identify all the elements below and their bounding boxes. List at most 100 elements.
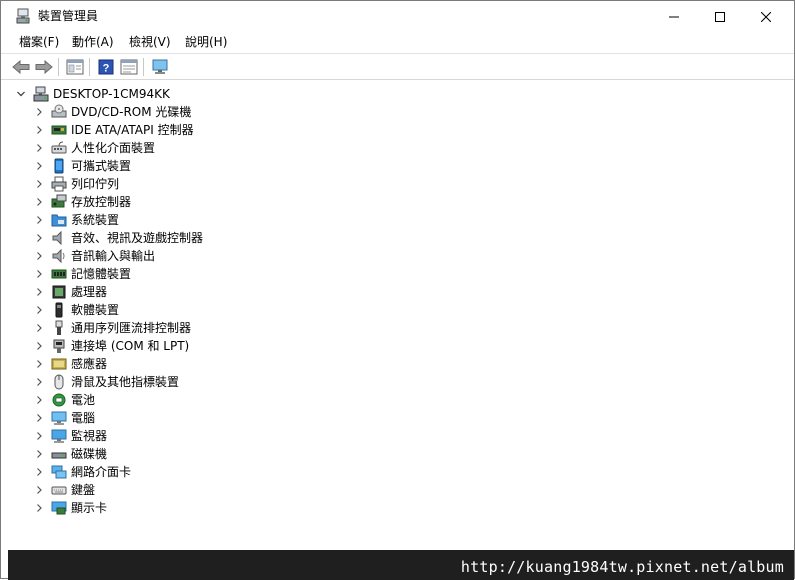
tree-category-item[interactable]: 電腦: [33, 409, 95, 427]
tree-category-label: 系統裝置: [71, 213, 120, 227]
tree-category-item[interactable]: 連接埠 (COM 和 LPT): [33, 337, 189, 355]
computer-monitor-icon: [51, 410, 67, 426]
tree-category-label: 電池: [71, 393, 96, 407]
tree-category-label: 磁碟機: [71, 447, 108, 461]
tree-category-item[interactable]: 通用序列匯流排控制器: [33, 319, 191, 337]
tree-category-item[interactable]: 感應器: [33, 355, 107, 373]
chevron-right-icon[interactable]: [33, 175, 45, 193]
tree-category-label: 監視器: [71, 429, 108, 443]
minimize-button[interactable]: [651, 1, 697, 32]
show-hide-tree-button[interactable]: [65, 58, 85, 76]
tree-category-item[interactable]: 顯示卡: [33, 499, 107, 517]
chevron-right-icon[interactable]: [33, 481, 45, 499]
memory-icon: [51, 266, 67, 282]
chevron-right-icon[interactable]: [33, 337, 45, 355]
tree-category-item[interactable]: 鍵盤: [33, 481, 95, 499]
scan-hardware-button[interactable]: [150, 58, 170, 76]
chevron-right-icon[interactable]: [33, 211, 45, 229]
chevron-right-icon[interactable]: [33, 157, 45, 175]
tree-category-label: 存放控制器: [71, 195, 132, 209]
chevron-right-icon[interactable]: [33, 265, 45, 283]
maximize-button[interactable]: [697, 1, 743, 32]
chevron-right-icon[interactable]: [33, 373, 45, 391]
monitor-icon: [51, 428, 67, 444]
tree-category-item[interactable]: 處理器: [33, 283, 107, 301]
tree-category-item[interactable]: 可攜式裝置: [33, 157, 131, 175]
usb-icon: [51, 320, 67, 336]
tree-category-item[interactable]: 記憶體裝置: [33, 265, 131, 283]
chevron-right-icon[interactable]: [33, 193, 45, 211]
storage-controller-icon: [51, 194, 67, 210]
tree-category-item[interactable]: 網路介面卡: [33, 463, 131, 481]
chevron-right-icon[interactable]: [33, 301, 45, 319]
network-adapter-icon: [51, 464, 67, 480]
display-adapter-icon: [51, 500, 67, 516]
speaker-icon: [51, 230, 67, 246]
menu-action[interactable]: 動作(A): [72, 35, 114, 50]
port-icon: [51, 338, 67, 354]
tree-category-label: 連接埠 (COM 和 LPT): [71, 339, 190, 353]
tree-category-label: DVD/CD-ROM 光碟機: [71, 105, 192, 119]
chevron-right-icon[interactable]: [33, 103, 45, 121]
system-folder-icon: [51, 212, 67, 228]
chevron-right-icon[interactable]: [33, 409, 45, 427]
chevron-right-icon[interactable]: [33, 121, 45, 139]
toolbar: ?: [1, 53, 794, 80]
forward-button[interactable]: [34, 58, 54, 76]
help-button[interactable]: ?: [96, 58, 116, 76]
processor-icon: [51, 284, 67, 300]
help-icon: ?: [98, 59, 114, 75]
menu-file[interactable]: 檔案(F): [19, 35, 59, 50]
tree-category-item[interactable]: 列印佇列: [33, 175, 119, 193]
tree-category-item[interactable]: 音效、視訊及遊戲控制器: [33, 229, 203, 247]
chevron-right-icon[interactable]: [33, 355, 45, 373]
tree-root-node[interactable]: DESKTOP-1CM94KK: [15, 85, 170, 103]
tree-root-label: DESKTOP-1CM94KK: [53, 87, 170, 101]
menu-bar: 檔案(F) 動作(A) 檢視(V) 說明(H): [1, 32, 794, 53]
minimize-icon: [669, 16, 679, 17]
forward-arrow-icon: [35, 60, 53, 74]
tree-category-label: 鍵盤: [71, 483, 96, 497]
chevron-right-icon[interactable]: [33, 229, 45, 247]
tree-category-item[interactable]: 滑鼠及其他指標裝置: [33, 373, 179, 391]
tree-category-item[interactable]: 電池: [33, 391, 95, 409]
tree-category-item[interactable]: 磁碟機: [33, 445, 107, 463]
disk-drive-icon: [51, 446, 67, 462]
tree-category-item[interactable]: 音訊輸入與輸出: [33, 247, 155, 265]
tree-category-item[interactable]: 軟體裝置: [33, 301, 119, 319]
tree-category-item[interactable]: 存放控制器: [33, 193, 131, 211]
chevron-right-icon[interactable]: [33, 445, 45, 463]
back-arrow-icon: [12, 60, 30, 74]
chevron-right-icon[interactable]: [33, 319, 45, 337]
svg-text:?: ?: [103, 63, 110, 75]
hid-icon: [51, 140, 67, 156]
tree-category-item[interactable]: IDE ATA/ATAPI 控制器: [33, 121, 194, 139]
tree-category-label: IDE ATA/ATAPI 控制器: [71, 123, 194, 137]
maximize-icon: [715, 11, 725, 22]
tree-category-item[interactable]: 系統裝置: [33, 211, 119, 229]
chevron-right-icon[interactable]: [33, 391, 45, 409]
tree-category-item[interactable]: 監視器: [33, 427, 107, 445]
chevron-right-icon[interactable]: [33, 427, 45, 445]
tree-category-item[interactable]: 人性化介面裝置: [33, 139, 155, 157]
menu-help[interactable]: 說明(H): [185, 35, 227, 50]
ide-controller-icon: [51, 122, 67, 138]
menu-view[interactable]: 檢視(V): [129, 35, 171, 50]
back-button[interactable]: [11, 58, 31, 76]
tree-category-item[interactable]: DVD/CD-ROM 光碟機: [33, 103, 191, 121]
printer-icon: [51, 176, 67, 192]
properties-panel-icon: [120, 59, 138, 75]
title-bar[interactable]: 裝置管理員: [1, 1, 794, 32]
close-button[interactable]: [743, 1, 789, 32]
properties-panel-button[interactable]: [119, 58, 139, 76]
portable-device-icon: [51, 158, 67, 174]
chevron-right-icon[interactable]: [33, 283, 45, 301]
tree-category-label: 可攜式裝置: [71, 159, 132, 173]
chevron-down-icon[interactable]: [15, 85, 27, 103]
chevron-right-icon[interactable]: [33, 247, 45, 265]
window-title: 裝置管理員: [38, 9, 99, 23]
chevron-right-icon[interactable]: [33, 499, 45, 517]
chevron-right-icon[interactable]: [33, 139, 45, 157]
device-manager-icon: [14, 7, 32, 25]
chevron-right-icon[interactable]: [33, 463, 45, 481]
